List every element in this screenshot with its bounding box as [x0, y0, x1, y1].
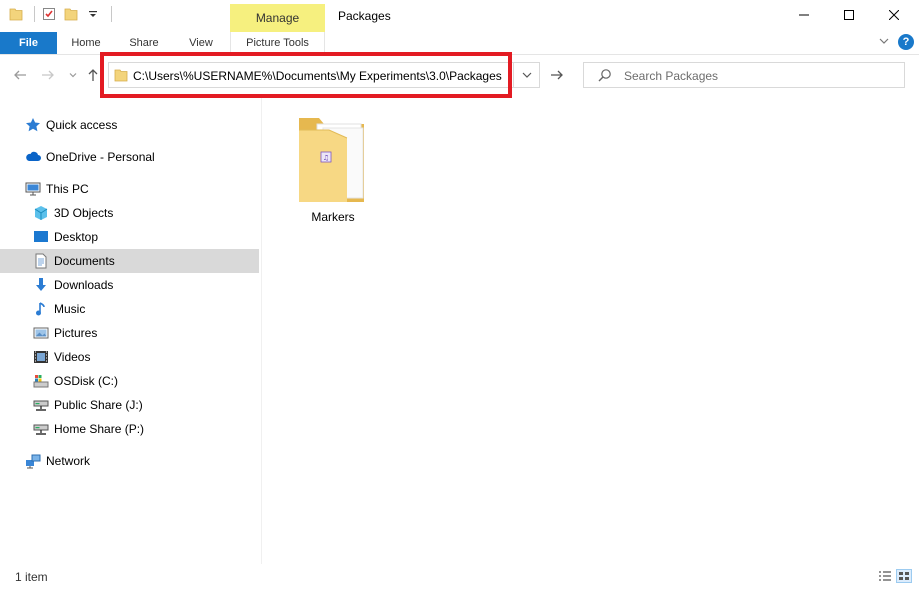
document-icon: [33, 253, 49, 269]
back-arrow-icon: [14, 70, 26, 80]
network-drive-icon: [33, 421, 49, 437]
sidebar-item-3d-objects[interactable]: 3D Objects: [0, 201, 259, 225]
item-count: 1 item: [15, 570, 48, 584]
sidebar-item-network[interactable]: Network: [0, 449, 259, 473]
address-highlight-box: [100, 52, 512, 98]
quick-access-toolbar: [8, 6, 112, 22]
folder-icon: ♫: [299, 118, 364, 202]
cube-icon: [33, 205, 49, 221]
sidebar-item-downloads[interactable]: Downloads: [0, 273, 259, 297]
svg-text:♫: ♫: [323, 154, 329, 162]
refresh-button[interactable]: [545, 62, 569, 88]
video-icon: [33, 349, 49, 365]
forward-arrow-icon: [42, 70, 54, 80]
desktop-icon: [33, 229, 49, 245]
customize-qat-icon[interactable]: [85, 6, 101, 22]
star-icon: [25, 117, 41, 133]
folder-name: Markers: [311, 210, 355, 224]
tab-view[interactable]: View: [178, 32, 224, 54]
up-arrow-icon: [88, 69, 98, 81]
file-list-view[interactable]: ♫ Markers: [262, 98, 919, 564]
search-placeholder: Search Packages: [624, 69, 719, 83]
cloud-icon: [25, 149, 41, 165]
new-folder-icon[interactable]: [63, 6, 79, 22]
go-arrow-icon: [551, 70, 563, 80]
sidebar-item-public-share[interactable]: Public Share (J:): [0, 393, 259, 417]
window-title: Packages: [338, 9, 391, 23]
qat-separator: [111, 6, 112, 22]
navigation-pane: Quick access OneDrive - Personal This PC…: [0, 108, 262, 564]
maximize-icon: [844, 10, 854, 20]
maximize-button[interactable]: [826, 0, 872, 30]
manage-contextual-tab[interactable]: Manage: [230, 4, 325, 32]
sidebar-item-home-share[interactable]: Home Share (P:): [0, 417, 259, 441]
sidebar-item-this-pc[interactable]: This PC: [0, 177, 259, 201]
search-box[interactable]: Search Packages: [583, 62, 905, 88]
minimize-button[interactable]: [781, 0, 827, 30]
sidebar-item-documents[interactable]: Documents: [0, 249, 259, 273]
properties-icon[interactable]: [41, 6, 57, 22]
sidebar-item-onedrive[interactable]: OneDrive - Personal: [0, 145, 259, 169]
folder-icon: [8, 6, 24, 22]
details-view-button[interactable]: [877, 569, 893, 583]
pictures-icon: [33, 325, 49, 341]
sidebar-item-pictures[interactable]: Pictures: [0, 321, 259, 345]
disk-icon: [33, 373, 49, 389]
help-icon[interactable]: ?: [898, 34, 914, 50]
address-dropdown-button[interactable]: [513, 63, 539, 87]
computer-icon: [25, 181, 41, 197]
sidebar-item-music[interactable]: Music: [0, 297, 259, 321]
sidebar-item-osdisk[interactable]: OSDisk (C:): [0, 369, 259, 393]
view-switcher: [877, 569, 912, 583]
network-icon: [25, 453, 41, 469]
tab-picture-tools[interactable]: Picture Tools: [230, 32, 325, 54]
qat-separator: [34, 6, 35, 22]
folder-item-markers[interactable]: ♫ Markers: [296, 112, 370, 224]
status-bar: 1 item: [0, 564, 919, 589]
music-icon: [33, 301, 49, 317]
search-icon: [598, 68, 612, 85]
tab-share[interactable]: Share: [120, 32, 168, 54]
large-icons-view-button[interactable]: [896, 569, 912, 583]
close-button[interactable]: [871, 0, 917, 30]
recent-locations-button[interactable]: [64, 66, 82, 84]
expand-ribbon-icon[interactable]: [878, 35, 890, 50]
sidebar-item-quick-access[interactable]: Quick access: [0, 113, 259, 137]
back-button[interactable]: [11, 66, 29, 84]
sidebar-item-videos[interactable]: Videos: [0, 345, 259, 369]
chevron-down-icon: [522, 72, 531, 78]
network-drive-icon: [33, 397, 49, 413]
details-view-icon: [879, 571, 891, 581]
minimize-icon: [799, 14, 809, 16]
large-icons-view-icon: [899, 572, 909, 580]
tab-home[interactable]: Home: [62, 32, 110, 54]
sidebar-item-desktop[interactable]: Desktop: [0, 225, 259, 249]
ribbon-controls: ?: [878, 34, 914, 50]
tab-file[interactable]: File: [0, 32, 57, 54]
title-bar: Manage Packages: [0, 0, 919, 32]
forward-button[interactable]: [39, 66, 57, 84]
download-icon: [33, 277, 49, 293]
chevron-down-icon: [69, 73, 77, 78]
close-icon: [889, 10, 899, 20]
